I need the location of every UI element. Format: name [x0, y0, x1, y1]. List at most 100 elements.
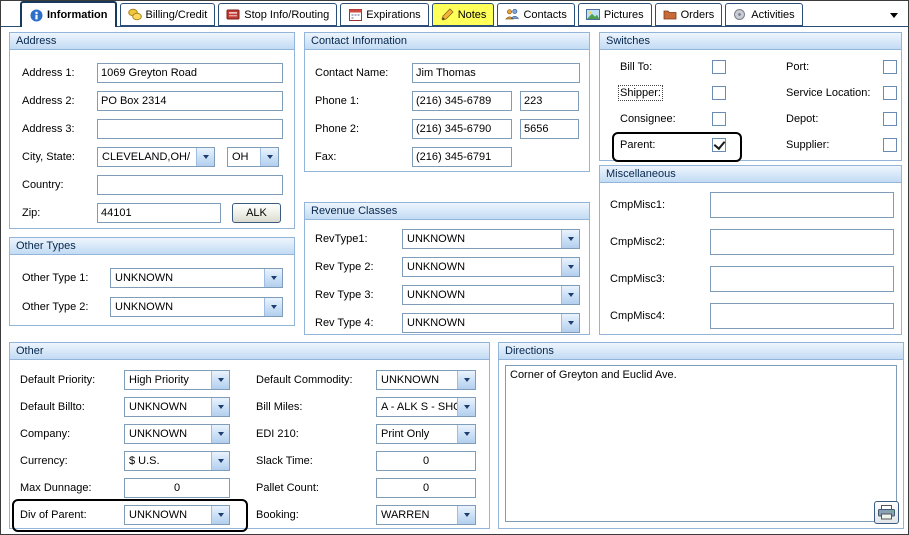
dropdown-arrow-icon[interactable]: [561, 286, 579, 304]
cmpmisc-3-input[interactable]: [710, 266, 894, 292]
cmpmisc-1-input[interactable]: [710, 192, 894, 218]
dropdown-arrow-icon[interactable]: [196, 148, 214, 166]
tab-label: Stop Info/Routing: [244, 9, 329, 21]
directions-group-header: Directions: [499, 343, 903, 360]
zip-input[interactable]: [97, 203, 221, 223]
service-location-checkbox[interactable]: [883, 86, 897, 100]
tab-information[interactable]: Information: [20, 1, 117, 27]
dropdown-arrow-icon[interactable]: [457, 371, 475, 389]
company-combo[interactable]: UNKNOWN: [124, 424, 230, 444]
tab-orders[interactable]: Orders: [655, 3, 723, 26]
slack-time-input[interactable]: [376, 451, 476, 471]
other-type-1-combo[interactable]: UNKNOWN: [110, 268, 283, 288]
bill-to-label: Bill To:: [620, 61, 652, 73]
default-billto-combo[interactable]: UNKNOWN: [124, 397, 230, 417]
div-of-parent-value: UNKNOWN: [125, 509, 211, 521]
depot-checkbox[interactable]: [883, 112, 897, 126]
dropdown-arrow-icon[interactable]: [211, 371, 229, 389]
booking-combo[interactable]: WARREN: [376, 505, 476, 525]
address-2-label: Address 2:: [22, 95, 97, 107]
city-combo[interactable]: CLEVELAND,OH/: [97, 147, 215, 167]
tab-overflow-button[interactable]: [888, 10, 900, 20]
address-2-input[interactable]: [97, 91, 283, 111]
pallet-count-input[interactable]: [376, 478, 476, 498]
tab-label: Notes: [458, 9, 487, 21]
revtype-2-combo[interactable]: UNKNOWN: [402, 257, 580, 277]
dropdown-arrow-icon[interactable]: [211, 425, 229, 443]
dropdown-arrow-icon[interactable]: [457, 506, 475, 524]
tab-stop-info-routing[interactable]: Stop Info/Routing: [218, 3, 337, 26]
cmpmisc-4-input[interactable]: [710, 303, 894, 329]
dropdown-arrow-icon[interactable]: [457, 398, 475, 416]
dropdown-arrow-icon[interactable]: [211, 506, 229, 524]
port-checkbox[interactable]: [883, 60, 897, 74]
bill-to-checkbox[interactable]: [712, 60, 726, 74]
dropdown-arrow-icon[interactable]: [561, 258, 579, 276]
dropdown-arrow-icon[interactable]: [211, 398, 229, 416]
dropdown-arrow-icon[interactable]: [264, 298, 282, 316]
dropdown-arrow-icon[interactable]: [260, 148, 278, 166]
fax-input[interactable]: [412, 147, 512, 167]
revenue-classes-group-header: Revenue Classes: [305, 203, 589, 220]
print-button[interactable]: [874, 501, 899, 524]
cmpmisc-2-input[interactable]: [710, 229, 894, 255]
shipper-checkbox[interactable]: [712, 86, 726, 100]
div-of-parent-combo[interactable]: UNKNOWN: [124, 505, 230, 525]
country-label: Country:: [22, 179, 97, 191]
tab-label: Pictures: [604, 9, 644, 21]
parent-checkbox[interactable]: [712, 138, 726, 152]
tab-pictures[interactable]: Pictures: [578, 3, 652, 26]
default-commodity-combo[interactable]: UNKNOWN: [376, 370, 476, 390]
dropdown-arrow-icon[interactable]: [457, 425, 475, 443]
miscellaneous-group-header: Miscellaneous: [600, 166, 901, 183]
alk-button[interactable]: ALK: [232, 203, 281, 223]
tab-contacts[interactable]: Contacts: [497, 3, 574, 26]
revtype-2-label: Rev Type 2:: [315, 261, 402, 273]
state-combo[interactable]: OH: [227, 147, 279, 167]
information-icon: [29, 9, 43, 22]
phone-2-ext-input[interactable]: [520, 119, 579, 139]
address-3-input[interactable]: [97, 119, 283, 139]
revtype-1-combo[interactable]: UNKNOWN: [402, 229, 580, 249]
photo-icon: [586, 8, 600, 21]
default-billto-label: Default Billto:: [20, 401, 124, 413]
edi-210-combo[interactable]: Print Only: [376, 424, 476, 444]
miscellaneous-group: Miscellaneous CmpMisc1: CmpMisc2: CmpMis…: [599, 165, 902, 335]
coins-icon: [128, 8, 142, 21]
div-of-parent-label: Div of Parent:: [20, 509, 124, 521]
currency-combo[interactable]: $ U.S.: [124, 451, 230, 471]
dropdown-arrow-icon[interactable]: [561, 314, 579, 332]
consignee-checkbox[interactable]: [712, 112, 726, 126]
phone-1-input[interactable]: [412, 91, 512, 111]
dropdown-arrow-icon[interactable]: [561, 230, 579, 248]
address-1-input[interactable]: [97, 63, 283, 83]
revtype-4-combo[interactable]: UNKNOWN: [402, 313, 580, 333]
country-input[interactable]: [97, 175, 283, 195]
tab-expirations[interactable]: Expirations: [340, 3, 428, 26]
directions-group: Directions Corner of Greyton and Euclid …: [498, 342, 904, 529]
red-book-icon: [226, 8, 240, 21]
dropdown-arrow-icon[interactable]: [264, 269, 282, 287]
dropdown-arrow-icon[interactable]: [211, 452, 229, 470]
slack-time-label: Slack Time:: [256, 455, 376, 467]
tab-notes[interactable]: Notes: [432, 3, 495, 26]
bill-miles-value: A - ALK S - SHO: [377, 401, 457, 413]
max-dunnage-input[interactable]: [124, 478, 230, 498]
tab-billing-credit[interactable]: Billing/Credit: [120, 3, 216, 26]
directions-textarea[interactable]: Corner of Greyton and Euclid Ave.: [505, 365, 897, 522]
contact-name-input[interactable]: [412, 63, 580, 83]
cmpmisc-2-label: CmpMisc2:: [610, 236, 710, 248]
supplier-checkbox[interactable]: [883, 138, 897, 152]
port-label: Port:: [786, 61, 809, 73]
zip-label: Zip:: [22, 207, 97, 219]
phone-1-ext-input[interactable]: [520, 91, 579, 111]
address-1-label: Address 1:: [22, 67, 97, 79]
bill-miles-combo[interactable]: A - ALK S - SHO: [376, 397, 476, 417]
phone-2-input[interactable]: [412, 119, 512, 139]
tab-activities[interactable]: Activities: [725, 3, 802, 26]
shipper-label: Shipper:: [620, 87, 661, 99]
pencil-icon: [440, 8, 454, 21]
revtype-3-combo[interactable]: UNKNOWN: [402, 285, 580, 305]
default-priority-combo[interactable]: High Priority: [124, 370, 230, 390]
other-type-2-combo[interactable]: UNKNOWN: [110, 297, 283, 317]
